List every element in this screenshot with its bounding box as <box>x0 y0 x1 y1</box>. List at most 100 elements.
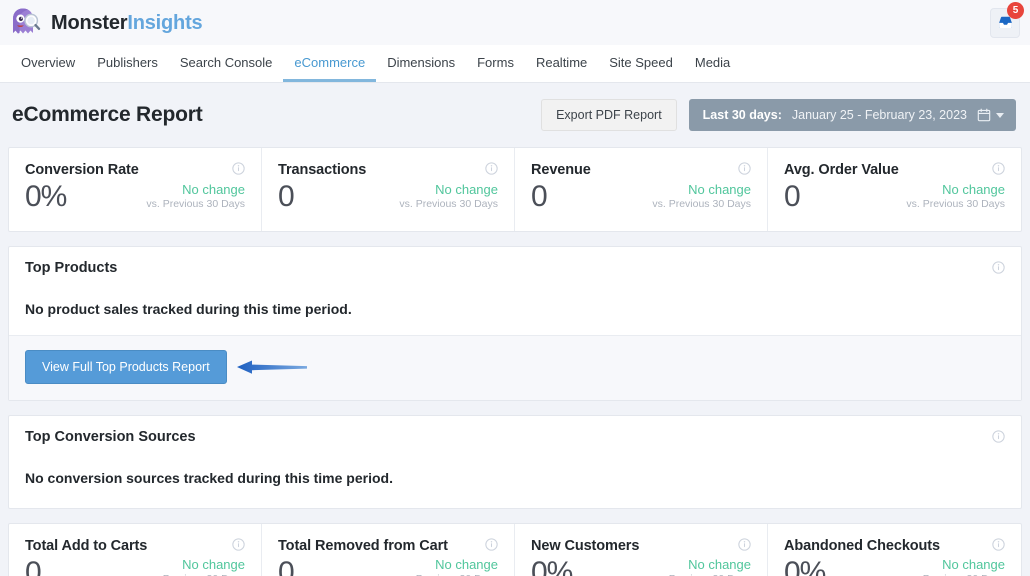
top-products-panel: Top Products No product sales tracked du… <box>8 245 1022 401</box>
kpi-body: 0 No changevs. Previous 30 Days <box>278 556 498 576</box>
kpi-card-conversion-rate: Conversion Rate 0% No change vs. Previous 3… <box>9 148 262 231</box>
top-conversion-sources-header: Top Conversion Sources <box>9 416 1021 456</box>
kpi-compare-text: vs. Previous 30 Days <box>652 197 751 210</box>
info-icon[interactable] <box>485 537 498 551</box>
export-pdf-report-button[interactable]: Export PDF Report <box>541 99 677 131</box>
kpi-change-text: No change <box>688 181 751 197</box>
info-icon[interactable] <box>232 162 245 175</box>
top-conversion-sources-panel: Top Conversion Sources No conversion sou… <box>8 414 1022 509</box>
kpi-body: 0 No changevs. Previous 30 Days <box>278 180 498 215</box>
monsterinsights-monster-logo-icon <box>13 8 41 33</box>
kpi-header: Transactions <box>278 162 498 178</box>
kpi-header: New Customers <box>531 538 751 554</box>
kpi-card-transactions: Transactions 0 No change vs. Previous 30 Da… <box>262 148 515 231</box>
kpi-change-text: No change <box>435 181 498 197</box>
kpi-header: Total Removed from Cart <box>278 538 498 554</box>
kpi-body: 0% No changevs. Previous 30 Days <box>25 180 245 215</box>
info-icon[interactable] <box>992 430 1005 443</box>
nav-tab-dimensions[interactable]: Dimensions <box>376 45 466 82</box>
brand-name-primary: Monster <box>51 11 128 34</box>
kpi-header: Conversion Rate <box>25 162 245 178</box>
view-full-top-products-report-button[interactable]: View Full Top Products Report <box>25 349 227 384</box>
kpi-compare-text: vs. Previous 30 Days <box>906 197 1005 210</box>
notification-count-badge: 5 <box>1007 1 1024 19</box>
info-icon[interactable] <box>232 537 245 551</box>
nav-tab-realtime[interactable]: Realtime <box>525 45 598 82</box>
kpi-value: 0 <box>278 555 295 576</box>
chevron-down-icon <box>996 112 1004 118</box>
kpi-card-new-customers: New Customers0% No changevs. Previous 30 … <box>515 523 768 576</box>
kpi-title: Total Add to Carts <box>25 537 148 554</box>
kpi-card-total-add-to-carts: Total Add to Carts0 No changevs. Previous… <box>9 523 262 576</box>
date-range-label: Last 30 days: <box>702 108 782 122</box>
nav-tab-overview[interactable]: Overview <box>10 45 86 82</box>
top-products-header: Top Products <box>9 247 1021 287</box>
top-products-footer: View Full Top Products Report <box>9 335 1021 400</box>
kpi-header: Abandoned Checkouts <box>784 538 1005 554</box>
kpi-body: 0 No changevs. Previous 30 Days <box>531 180 751 215</box>
kpi-title: Transactions <box>278 162 367 178</box>
kpi-value: 0 <box>278 180 295 213</box>
nav-tab-media[interactable]: Media <box>684 45 741 82</box>
date-range-controls <box>977 108 1004 122</box>
kpi-body: 0% No changevs. Previous 30 Days <box>531 556 751 576</box>
kpi-change-text: No change <box>435 557 498 573</box>
info-icon[interactable] <box>992 261 1005 274</box>
nav-tab-site-speed[interactable]: Site Speed <box>598 45 684 82</box>
nav-tab-search-console[interactable]: Search Console <box>169 45 284 82</box>
kpi-change-text: No change <box>942 181 1005 197</box>
kpi-change-text: No change <box>182 557 245 573</box>
kpi-value: 0% <box>784 555 826 576</box>
app-header: MonsterInsights 5 <box>0 0 1030 45</box>
kpi-header: Total Add to Carts <box>25 538 245 554</box>
main-nav-tabs: Overview Publishers Search Console eCommerc… <box>0 45 1030 83</box>
kpi-title: Conversion Rate <box>25 162 139 178</box>
kpi-delta: No changevs. Previous 30 Days <box>399 182 498 215</box>
info-icon[interactable] <box>738 537 751 551</box>
notifications-area: 5 <box>990 1 1024 38</box>
kpi-delta: No changevs. Previous 30 Days <box>652 182 751 215</box>
kpi-delta: No changevs. Previous 30 Days <box>652 557 751 576</box>
kpi-change-text: No change <box>182 181 245 197</box>
kpi-body: 0 No changevs. Previous 30 Days <box>784 180 1005 215</box>
kpi-value: 0 <box>531 180 548 213</box>
page-title: eCommerce Report <box>12 103 203 126</box>
ecommerce-kpi-row-top: Conversion Rate 0% No change vs. Previous 3… <box>8 147 1022 232</box>
date-range-value: January 25 - February 23, 2023 <box>791 108 967 122</box>
kpi-delta: No changevs. Previous 30 Days <box>399 557 498 576</box>
kpi-change-text: No change <box>942 557 1005 573</box>
kpi-title: Revenue <box>531 162 591 178</box>
brand-wordmark: MonsterInsights <box>51 11 203 34</box>
kpi-card-abandoned-checkouts: Abandoned Checkouts0% No changevs. Previo… <box>768 524 1021 576</box>
kpi-compare-text: vs. Previous 30 Days <box>146 197 245 210</box>
kpi-card-total-removed-from-cart: Total Removed from Cart0 No changevs. Pre… <box>262 523 515 576</box>
nav-tab-publishers[interactable]: Publishers <box>86 45 169 82</box>
info-icon[interactable] <box>992 162 1005 175</box>
top-conversion-sources-empty-message: No conversion sources tracked during thi… <box>25 469 393 486</box>
kpi-compare-text: vs. Previous 30 Days <box>399 197 498 210</box>
brand-name-secondary: Insights <box>127 11 203 34</box>
date-range-picker-button[interactable]: Last 30 days: January 25 - February 23, … <box>688 99 1016 131</box>
calendar-icon <box>977 108 991 122</box>
kpi-title: Avg. Order Value <box>784 162 899 178</box>
report-header: eCommerce Report Export PDF Report Last … <box>8 83 1022 147</box>
kpi-body: 0% No changevs. Previous 30 Days <box>784 556 1005 576</box>
kpi-title: New Customers <box>531 537 640 554</box>
kpi-value: 0 <box>784 180 801 213</box>
kpi-delta: No changevs. Previous 30 Days <box>906 182 1005 215</box>
top-conversion-sources-title: Top Conversion Sources <box>25 428 196 445</box>
page-content: eCommerce Report Export PDF Report Last … <box>0 83 1030 576</box>
kpi-change-text: No change <box>688 557 751 573</box>
kpi-value: 0 <box>25 555 42 576</box>
top-products-empty-message: No product sales tracked during this tim… <box>9 287 1021 336</box>
kpi-value: 0% <box>531 555 573 576</box>
info-icon[interactable] <box>738 162 751 175</box>
nav-tab-ecommerce[interactable]: eCommerce <box>283 45 377 82</box>
report-header-actions: Export PDF Report Last 30 days: January … <box>541 99 1016 131</box>
kpi-title: Abandoned Checkouts <box>784 537 941 554</box>
kpi-body: 0 No changevs. Previous 30 Days <box>25 556 245 576</box>
info-icon[interactable] <box>992 537 1005 551</box>
left-arrow-annotation <box>236 360 307 374</box>
nav-tab-forms[interactable]: Forms <box>466 45 525 82</box>
info-icon[interactable] <box>485 162 498 175</box>
